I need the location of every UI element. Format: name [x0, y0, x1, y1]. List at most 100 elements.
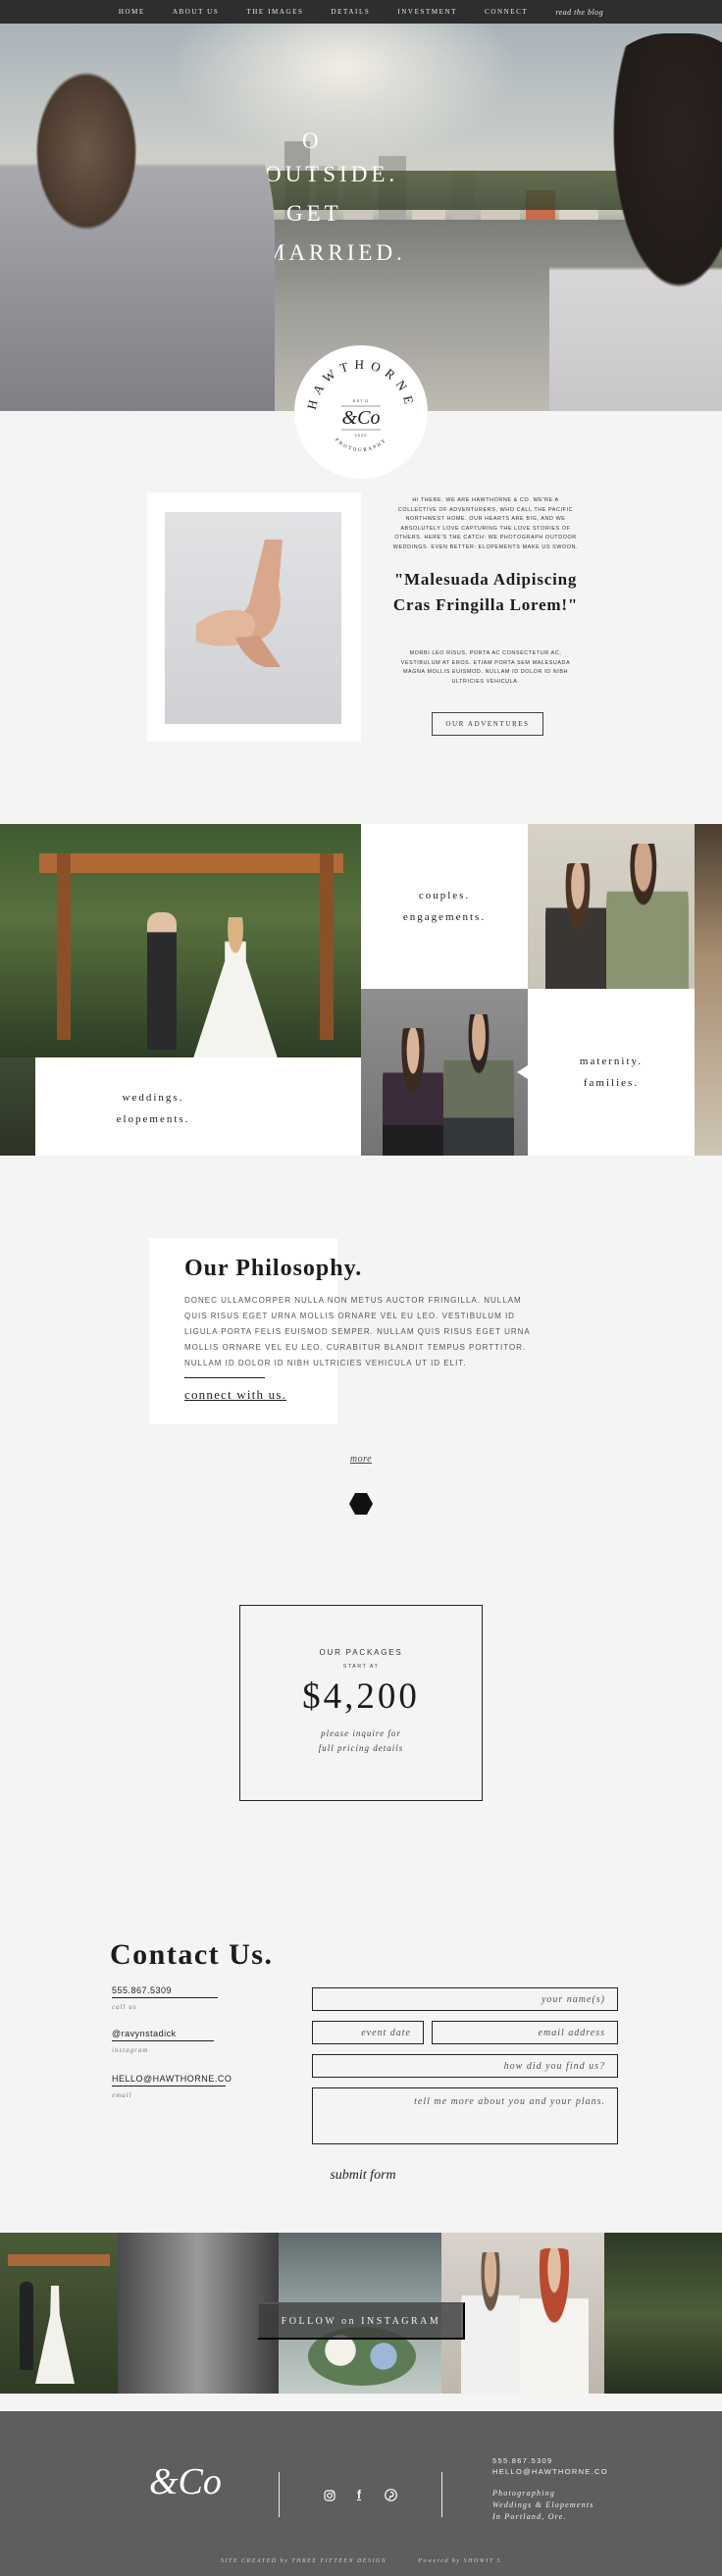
nav-home[interactable]: HOME — [119, 8, 145, 16]
instagram-icon[interactable] — [324, 2490, 335, 2504]
email-input[interactable] — [432, 2021, 618, 2044]
facebook-icon[interactable]: f — [357, 2488, 361, 2501]
logo-badge-graphic: HAWTHORNE PHOTOGRAPHY EST'D &Co 2020 — [304, 357, 412, 453]
ig1-pergola — [8, 2254, 110, 2266]
more-link[interactable]: more — [341, 1454, 381, 1465]
footer-credits: SITE CREATED by THREE FIFTEEN DESIGN Pow… — [0, 2558, 722, 2564]
footer-phone[interactable]: 555.867.5309 — [492, 2456, 552, 2465]
packages-note-line-2: full pricing details — [318, 1743, 404, 1753]
gallery-maternity-card[interactable]: maternity. families. — [528, 989, 695, 1156]
engagement-woman — [383, 1028, 443, 1156]
packages-label: OUR PACKAGES — [319, 1648, 403, 1657]
weddings-line-2: elopements. — [116, 1113, 190, 1125]
logo-badge: HAWTHORNE PHOTOGRAPHY EST'D &Co 2020 — [294, 345, 428, 479]
philosophy-rule — [184, 1377, 265, 1378]
top-nav: HOME ABOUT US THE IMAGES DETAILS INVESTM… — [0, 0, 722, 24]
footer-credit-platform[interactable]: Powered by SHOWIT 5 — [418, 2558, 501, 2564]
gallery-couple-photo[interactable] — [528, 824, 695, 989]
couple-man — [606, 844, 689, 989]
maternity-line-1: maternity. — [579, 1056, 644, 1067]
gallery-right-strip — [695, 824, 722, 1156]
ig4-bride — [520, 2248, 589, 2394]
maternity-line-2: families. — [583, 1077, 640, 1089]
holding-hands-graphic — [196, 540, 283, 667]
footer-tagline-1: Photographing — [492, 2489, 556, 2498]
nav-details[interactable]: DETAILS — [332, 8, 371, 16]
gallery-engagement-photo[interactable] — [361, 989, 528, 1156]
gallery-wedding-photo[interactable] — [0, 824, 361, 1057]
nav-blog-link[interactable]: read the blog — [555, 8, 603, 17]
packages-price: $4,200 — [302, 1676, 420, 1717]
philosophy-title: Our Philosophy. — [184, 1256, 363, 1281]
gallery-left-strip — [0, 1057, 35, 1156]
pinterest-icon[interactable] — [385, 2489, 397, 2504]
hero-person-left — [0, 53, 275, 411]
philosophy-body: DONEC ULLAMCORPER NULLA NON METUS AUCTOR… — [184, 1296, 531, 1367]
instagram-photo-5[interactable] — [604, 2233, 722, 2394]
follow-on-instagram-button[interactable]: FOLLOW on INSTAGRAM — [257, 2302, 465, 2340]
footer — [0, 2411, 722, 2576]
submit-form-button[interactable]: submit form — [314, 2168, 412, 2184]
badge-sub: PHOTOGRAPHY — [334, 438, 387, 453]
contact-instagram-handle[interactable]: @ravynstadick — [112, 2029, 177, 2038]
footer-logo[interactable]: &Co — [149, 2460, 237, 2519]
footer-tagline-2: Weddings & Elopements — [492, 2500, 594, 2509]
packages-start: START AT — [342, 1664, 380, 1670]
contact-email-label: email — [112, 2091, 132, 2099]
caption-pointer — [517, 1065, 528, 1079]
contact-title: Contact Us. — [110, 1938, 274, 1971]
pergola — [39, 853, 343, 1030]
our-adventures-button[interactable]: OUR ADVENTURES — [432, 712, 543, 736]
intro-paragraph: HI THERE. WE ARE HAWTHORNE & CO. WE'RE A… — [392, 497, 579, 550]
hero-headline: O OUTSIDE. GET MARRIED. — [265, 122, 481, 273]
ig4-groom — [461, 2252, 520, 2394]
couples-line-2: engagements. — [402, 911, 487, 923]
packages-note: please inquire for full pricing details — [239, 1726, 483, 1756]
weddings-line-1: weddings. — [122, 1092, 184, 1104]
name-input[interactable] — [312, 1987, 618, 2011]
svg-text:PHOTOGRAPHY: PHOTOGRAPHY — [334, 438, 388, 453]
intro-quote: "Malesuada Adipiscing Cras Fringilla Lor… — [392, 570, 579, 614]
gallery-weddings-card[interactable]: weddings. elopements. — [35, 1057, 361, 1156]
couple-woman — [545, 863, 610, 989]
footer-tagline-3: In Portland, Ore. — [492, 2512, 567, 2521]
contact-phone-label: call us — [112, 2003, 137, 2011]
weddings-caption: weddings. elopements. — [35, 1087, 271, 1130]
contact-phone-rule — [112, 1997, 218, 1998]
hero-person-right — [549, 33, 722, 411]
footer-credit-designer[interactable]: SITE CREATED by THREE FIFTEEN DESIGN — [221, 2558, 387, 2564]
groom-figure — [147, 912, 177, 1050]
contact-handle-rule — [112, 2040, 214, 2041]
connect-with-us-link[interactable]: connect with us. — [184, 1387, 286, 1403]
event-date-input[interactable] — [312, 2021, 424, 2044]
instagram-photo-4[interactable] — [441, 2233, 604, 2394]
intro-photo-hands — [165, 512, 341, 724]
gallery-couples-card[interactable]: couples. engagements. — [361, 824, 528, 989]
ig1-groom — [20, 2282, 33, 2370]
hero-line-3: GET — [286, 201, 342, 226]
nav-images[interactable]: THE IMAGES — [246, 8, 303, 16]
couples-caption: couples. engagements. — [403, 885, 486, 928]
hero-line-4: MARRIED. — [265, 240, 406, 265]
footer-divider-left — [279, 2472, 280, 2517]
contact-email[interactable]: HELLO@HAWTHORNE.CO — [112, 2074, 232, 2084]
badge-year: 2020 — [355, 433, 368, 438]
intro-paragraph-2: MORBI LEO RISUS, PORTA AC CONSECTETUR AC… — [400, 650, 571, 685]
instagram-photo-2[interactable] — [118, 2233, 279, 2394]
referral-input[interactable] — [312, 2054, 618, 2078]
hexagon-scroll-icon[interactable] — [349, 1493, 373, 1515]
contact-handle-label: instagram — [112, 2046, 149, 2054]
instagram-photo-1[interactable] — [0, 2233, 118, 2394]
footer-email[interactable]: HELLO@HAWTHORNE.CO — [492, 2467, 608, 2476]
couples-line-1: couples. — [418, 890, 471, 902]
hero-line-2: OUTSIDE. — [265, 162, 399, 186]
nav-connect[interactable]: CONNECT — [485, 8, 528, 16]
contact-email-rule — [112, 2086, 226, 2087]
nav-investment[interactable]: INVESTMENT — [397, 8, 457, 16]
maternity-caption: maternity. families. — [580, 1051, 643, 1094]
message-textarea[interactable] — [312, 2087, 618, 2144]
nav-about[interactable]: ABOUT US — [173, 8, 219, 16]
pergola-post-right — [320, 853, 334, 1040]
contact-phone[interactable]: 555.867.5309 — [112, 1985, 172, 1995]
badge-est: EST'D — [353, 398, 369, 403]
